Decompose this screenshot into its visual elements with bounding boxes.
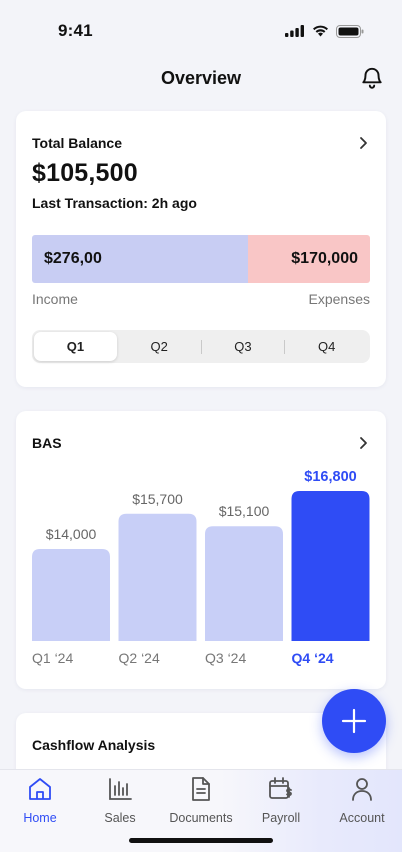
wifi-icon xyxy=(313,25,328,37)
category-label: Q2 ‘24 xyxy=(119,650,160,666)
bar-3[interactable] xyxy=(291,491,370,641)
tab-label: Sales xyxy=(104,811,136,825)
total-balance-label: Total Balance xyxy=(32,135,122,151)
quarter-tab-q3[interactable]: Q3 xyxy=(202,332,285,361)
tab-label: Home xyxy=(23,811,57,825)
income-label: Income xyxy=(32,291,78,307)
bas-bar-chart: $14,000 Q1 ‘24 $15,700 Q2 ‘24 $15,100 Q3 ‘24 $… xyxy=(32,469,370,666)
category-label: Q1 ‘24 xyxy=(32,650,73,666)
tab-label: Payroll xyxy=(261,811,301,825)
tab-payroll[interactable]: Payroll xyxy=(241,776,321,826)
bar-value-label: $15,100 xyxy=(219,503,270,519)
bar-1[interactable] xyxy=(118,513,197,641)
category-label: Q3 ‘24 xyxy=(205,650,246,666)
tab-account[interactable]: Account xyxy=(322,776,402,826)
quarter-tab-label: Q4 xyxy=(317,339,336,354)
cellular-signal-icon xyxy=(285,25,304,37)
bar-0[interactable] xyxy=(32,549,110,641)
chevron-right-icon[interactable] xyxy=(356,136,370,150)
quarter-tab-q1[interactable]: Q1 xyxy=(34,332,117,361)
tab-label: Account xyxy=(339,811,385,825)
quarter-tab-q2[interactable]: Q2 xyxy=(118,332,201,361)
total-balance-amount: $105,500 xyxy=(32,159,138,187)
page-title: Overview xyxy=(160,67,242,88)
income-expenses-bar: $276,00 $170,000 xyxy=(32,235,370,283)
user-icon xyxy=(349,776,375,802)
status-bar: 9:41 xyxy=(0,0,402,62)
page-header: Overview xyxy=(0,58,402,98)
tab-sales[interactable]: Sales xyxy=(80,776,160,826)
bar-2[interactable] xyxy=(205,526,283,641)
quarter-tab-label: Q3 xyxy=(234,339,252,354)
bar-value-label: $15,700 xyxy=(132,491,183,507)
bas-card[interactable]: BAS $14,000 Q1 ‘24 $15,700 Q2 ‘24 $15,100 Q3 … xyxy=(16,411,386,689)
expenses-segment: $170,000 xyxy=(248,235,370,283)
tab-label: Documents xyxy=(169,811,233,825)
quarter-tab-label: Q1 xyxy=(66,339,85,354)
document-icon xyxy=(188,776,214,802)
bar-value-label: $16,800 xyxy=(304,469,356,485)
tab-documents[interactable]: Documents xyxy=(161,776,241,826)
payroll-icon xyxy=(268,776,294,802)
quarter-tab-label: Q2 xyxy=(150,339,168,354)
expenses-label: Expenses xyxy=(308,291,370,307)
expenses-value: $170,000 xyxy=(291,250,358,267)
home-indicator xyxy=(129,838,273,843)
category-label: Q4 ‘24 xyxy=(292,650,334,666)
quarter-tab-q4[interactable]: Q4 xyxy=(285,332,368,361)
bell-icon xyxy=(362,67,382,89)
last-transaction-text: Last Transaction: 2h ago xyxy=(32,195,197,211)
cashflow-title: Cashflow Analysis xyxy=(32,737,156,753)
tab-home[interactable]: Home xyxy=(0,776,80,826)
plus-icon xyxy=(341,708,367,734)
income-segment: $276,00 xyxy=(32,235,248,283)
notifications-button[interactable] xyxy=(358,64,386,92)
bar-chart-icon xyxy=(107,776,133,802)
total-balance-card[interactable]: Total Balance $105,500 Last Transaction:… xyxy=(16,111,386,387)
battery-icon xyxy=(336,24,364,38)
income-value: $276,00 xyxy=(44,250,102,267)
home-icon xyxy=(27,776,53,802)
bar-value-label: $14,000 xyxy=(46,526,97,542)
status-time: 9:41 xyxy=(58,21,93,40)
status-icons xyxy=(285,24,364,38)
quarter-selector: Q1 Q2 Q3 Q4 xyxy=(32,330,370,363)
add-button[interactable] xyxy=(322,689,386,753)
